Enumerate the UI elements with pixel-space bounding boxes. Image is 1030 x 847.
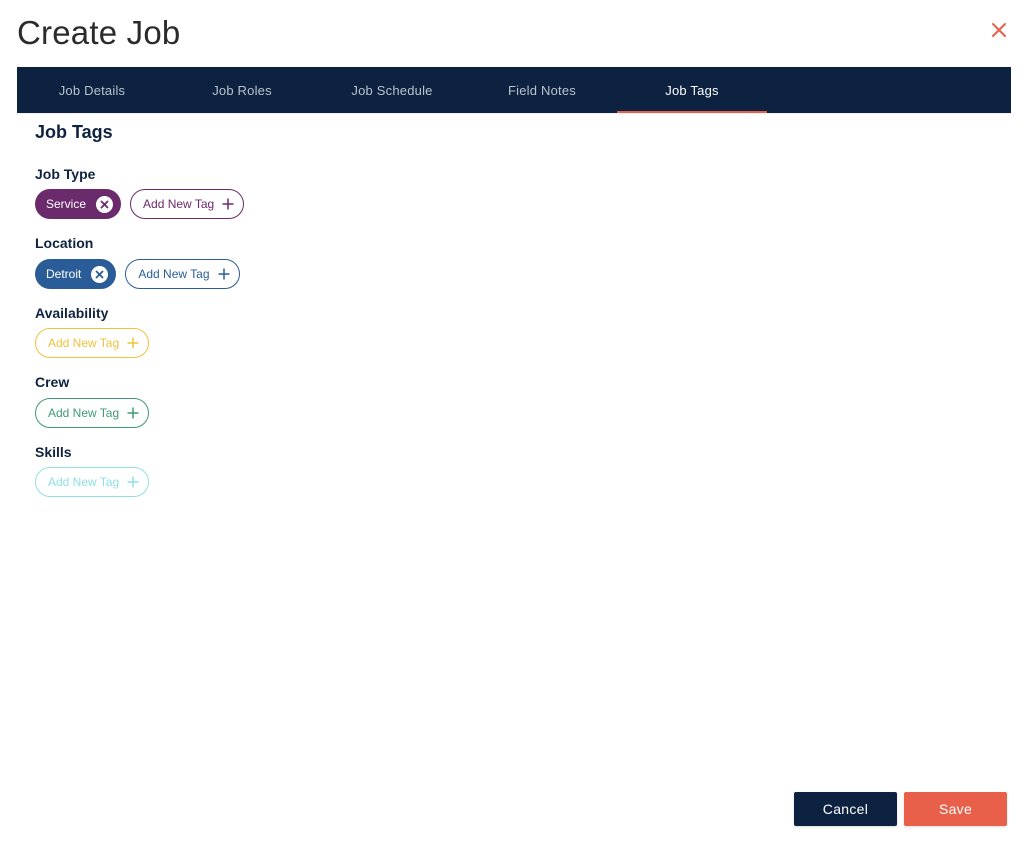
tab-job-tags[interactable]: Job Tags <box>617 67 767 113</box>
tag-row-skills: Add New Tag <box>35 467 150 497</box>
add-new-tag-button[interactable]: Add New Tag <box>35 398 150 428</box>
tag-chip: Detroit <box>35 259 117 289</box>
tag-chip-label: Service <box>46 197 87 211</box>
plus-icon <box>222 198 234 210</box>
plus-icon <box>218 268 230 280</box>
tab-job-details[interactable]: Job Details <box>17 67 167 113</box>
tag-row-availability: Add New Tag <box>35 328 150 358</box>
plus-icon <box>127 476 139 488</box>
tab-job-roles[interactable]: Job Roles <box>167 67 317 113</box>
tag-row-job-type: Service Add New Tag <box>35 189 245 219</box>
group-label-availability: Availability <box>35 305 109 321</box>
tag-row-location: Detroit Add New Tag <box>35 259 240 289</box>
plus-icon <box>127 407 139 419</box>
add-new-tag-button[interactable]: Add New Tag <box>125 259 240 289</box>
group-label-job-type: Job Type <box>35 166 96 182</box>
add-new-tag-label: Add New Tag <box>143 197 215 211</box>
group-label-location: Location <box>35 235 94 251</box>
add-new-tag-button[interactable]: Add New Tag <box>130 189 245 219</box>
tag-chip-label: Detroit <box>46 267 82 281</box>
tag-chip: Service <box>35 189 122 219</box>
section-heading: Job Tags <box>35 122 113 142</box>
modal-title: Create Job <box>17 14 181 51</box>
group-label-crew: Crew <box>35 374 70 390</box>
create-job-modal: Create Job Job Details Job Roles Job Sch… <box>0 0 1030 847</box>
cancel-button[interactable]: Cancel <box>794 792 897 826</box>
add-new-tag-button[interactable]: Add New Tag <box>35 467 150 497</box>
save-button[interactable]: Save <box>904 792 1007 826</box>
tab-divider <box>17 113 1011 114</box>
tag-row-crew: Add New Tag <box>35 398 150 428</box>
plus-icon <box>127 337 139 349</box>
add-new-tag-button[interactable]: Add New Tag <box>35 328 150 358</box>
add-new-tag-label: Add New Tag <box>138 267 210 281</box>
add-new-tag-label: Add New Tag <box>48 336 120 350</box>
add-new-tag-label: Add New Tag <box>48 406 120 420</box>
tab-job-schedule[interactable]: Job Schedule <box>317 67 467 113</box>
tab-bar: Job Details Job Roles Job Schedule Field… <box>17 67 1011 113</box>
tab-field-notes[interactable]: Field Notes <box>467 67 617 113</box>
remove-tag-icon[interactable] <box>91 265 109 283</box>
group-label-skills: Skills <box>35 444 72 460</box>
add-new-tag-label: Add New Tag <box>48 475 120 489</box>
remove-tag-icon[interactable] <box>96 195 114 213</box>
close-icon[interactable] <box>989 20 1009 40</box>
